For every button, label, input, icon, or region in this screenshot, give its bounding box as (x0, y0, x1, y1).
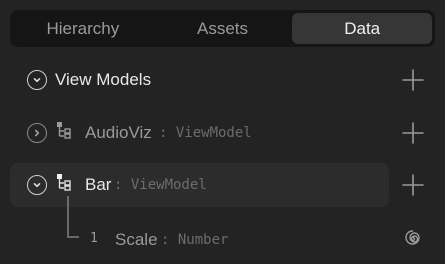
tab-data[interactable]: Data (292, 13, 433, 44)
section-title: View Models (55, 70, 152, 89)
view-model-row-audioviz[interactable]: AudioViz : ViewModel (10, 111, 435, 155)
collapse-chevron-icon[interactable] (27, 70, 47, 90)
tab-bar: Hierarchy Assets Data (10, 10, 435, 47)
view-model-name: AudioViz (85, 123, 152, 142)
tree-connector (67, 236, 79, 238)
tree-connector (67, 196, 69, 237)
expand-chevron-icon[interactable] (27, 123, 47, 143)
add-property-icon[interactable] (402, 122, 424, 144)
tab-assets[interactable]: Assets (153, 13, 293, 44)
view-model-type: : ViewModel (114, 177, 207, 193)
view-model-type: : ViewModel (159, 125, 252, 141)
view-models-section: View Models (10, 58, 435, 102)
view-model-name: Bar (85, 175, 112, 194)
collapse-chevron-icon[interactable] (27, 175, 47, 195)
data-panel: Hierarchy Assets Data View Models AudioV… (0, 0, 445, 264)
view-model-icon (57, 174, 71, 191)
property-index: 1 (90, 231, 98, 246)
tab-hierarchy[interactable]: Hierarchy (13, 13, 153, 44)
view-model-icon (57, 122, 71, 139)
spiral-icon[interactable] (404, 230, 422, 248)
add-view-model-icon[interactable] (402, 69, 424, 91)
property-name[interactable]: Scale (115, 230, 158, 250)
property-type: : Number (161, 232, 229, 248)
add-property-icon[interactable] (402, 174, 424, 196)
